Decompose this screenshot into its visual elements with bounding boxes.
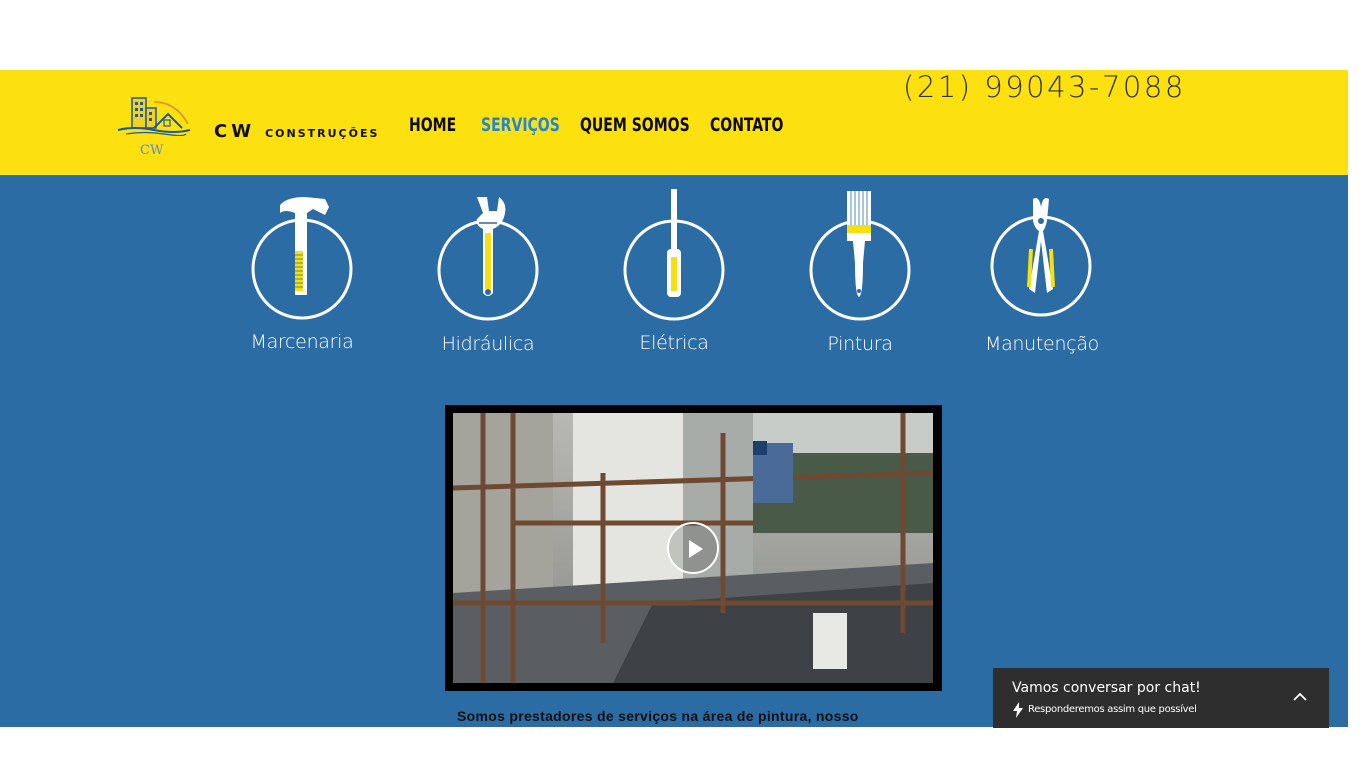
service-pintura[interactable]: Pintura [785, 185, 935, 365]
service-hidraulica[interactable]: Hidráulica [413, 185, 563, 365]
main-nav: HOME SERVIÇOS QUEM SOMOS CONTATO [409, 114, 790, 136]
lightning-icon [1013, 702, 1023, 718]
phone-number[interactable]: (21) 99043-7088 [903, 70, 1186, 104]
pliers-icon [990, 198, 1092, 317]
screwdriver-icon [623, 189, 725, 321]
hammer-icon [251, 197, 353, 320]
brand-tagline: CONSTRUÇÕES [265, 127, 380, 140]
nav-home[interactable]: HOME [409, 114, 468, 136]
logo[interactable]: CW [114, 94, 192, 160]
svg-text:CW: CW [140, 143, 164, 158]
service-label: Hidráulica [441, 333, 535, 355]
scrollbar[interactable] [1348, 0, 1366, 727]
service-label: Manutenção [984, 333, 1099, 355]
service-label: Marcenaria [250, 331, 354, 353]
wrench-icon [437, 197, 539, 321]
paintbrush-icon [809, 191, 911, 321]
brand[interactable]: CW CONSTRUÇÕES [214, 121, 379, 142]
nav-contato[interactable]: CONTATO [710, 114, 783, 136]
chat-widget[interactable]: Vamos conversar por chat! Responderemos … [993, 668, 1329, 728]
service-eletrica[interactable]: Elétrica [599, 185, 749, 365]
chat-subtitle: Responderemos assim que possível [1028, 704, 1197, 715]
bottom-spacer [0, 727, 1366, 768]
service-label: Elétrica [639, 332, 709, 354]
top-spacer [0, 0, 1348, 70]
nav-quem-somos[interactable]: QUEM SOMOS [580, 114, 690, 136]
play-icon [689, 540, 703, 558]
nav-servicos[interactable]: SERVIÇOS [481, 114, 562, 136]
chat-title: Vamos conversar por chat! [1012, 680, 1201, 696]
buildings-logo-icon: CW [117, 97, 191, 158]
service-manutencao[interactable]: Manutenção [967, 185, 1117, 365]
service-description: Somos prestadores de serviços na área de… [457, 708, 859, 724]
service-label: Pintura [827, 333, 893, 355]
play-button[interactable] [667, 522, 719, 574]
chevron-up-icon[interactable] [1292, 690, 1308, 702]
brand-name: CW [214, 121, 256, 142]
service-marcenaria[interactable]: Marcenaria [227, 185, 377, 365]
